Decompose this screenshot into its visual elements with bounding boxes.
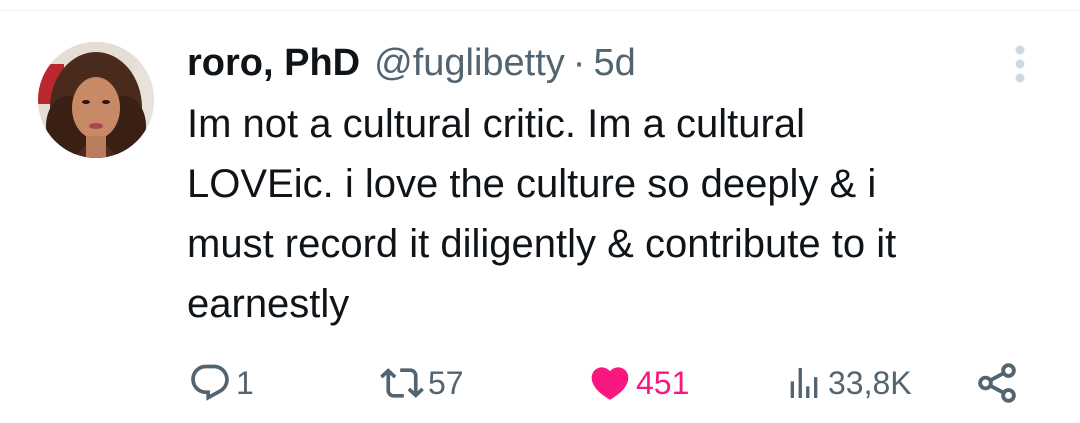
views-button[interactable]: 33,8K [784,358,912,408]
retweet-button[interactable]: 57 [380,358,464,408]
tweet-text: Im not a cultural critic. Im a cultural … [187,94,1047,334]
avatar[interactable] [38,42,154,158]
share-icon [978,363,1016,403]
tweet-text-line: Im not a cultural critic. Im a cultural [187,102,805,146]
heart-filled-icon [591,367,629,400]
more-vertical-icon [1015,45,1025,83]
tweet-timestamp[interactable]: 5d [593,38,635,88]
tweet-text-line: earnestly [187,282,350,326]
view-count: 33,8K [828,364,912,401]
retweet-count: 57 [428,364,464,401]
more-options-button[interactable] [1000,42,1040,86]
tweet-header: roro, PhD @fuglibetty · 5d [187,38,636,88]
tweet-text-line: LOVEic. i love the culture so deeply & i [187,162,877,206]
reply-button[interactable]: 1 [188,358,254,408]
header-separator: · [572,42,586,84]
like-button[interactable]: 451 [588,358,689,408]
retweet-icon [380,368,424,398]
tweet-text-line: must record it diligently & contribute t… [187,222,897,266]
share-button[interactable] [974,358,1020,408]
top-divider [0,10,1080,11]
reply-icon [191,364,229,401]
views-bar-chart-icon [790,368,818,398]
author-display-name[interactable]: roro, PhD [187,38,360,88]
action-bar: 1 57 451 33,8K [0,358,1080,408]
author-handle[interactable]: @fuglibetty [374,38,565,88]
reply-count: 1 [236,364,254,401]
like-count: 451 [636,364,690,401]
